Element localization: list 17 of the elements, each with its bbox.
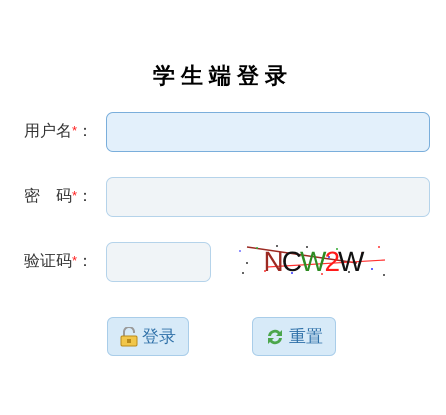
refresh-icon <box>265 328 285 346</box>
required-asterisk: * <box>72 252 77 270</box>
username-field[interactable] <box>106 112 430 152</box>
label-colon: ： <box>77 252 93 272</box>
page-title: 学生端登录 <box>152 63 294 91</box>
field-label: 验证码 <box>24 252 72 272</box>
padlock-icon <box>120 326 138 346</box>
required-asterisk: * <box>72 122 77 140</box>
captcha-field[interactable] <box>106 242 211 282</box>
field-label: 密 码 <box>24 186 72 207</box>
login-button[interactable]: 登录 <box>107 317 189 356</box>
reset-button[interactable]: 重置 <box>252 317 336 356</box>
label-colon: ： <box>77 122 93 142</box>
field-label: 用户名 <box>24 122 72 142</box>
password-field[interactable] <box>106 177 430 217</box>
required-asterisk: * <box>72 187 77 205</box>
label-colon: ： <box>77 187 93 207</box>
